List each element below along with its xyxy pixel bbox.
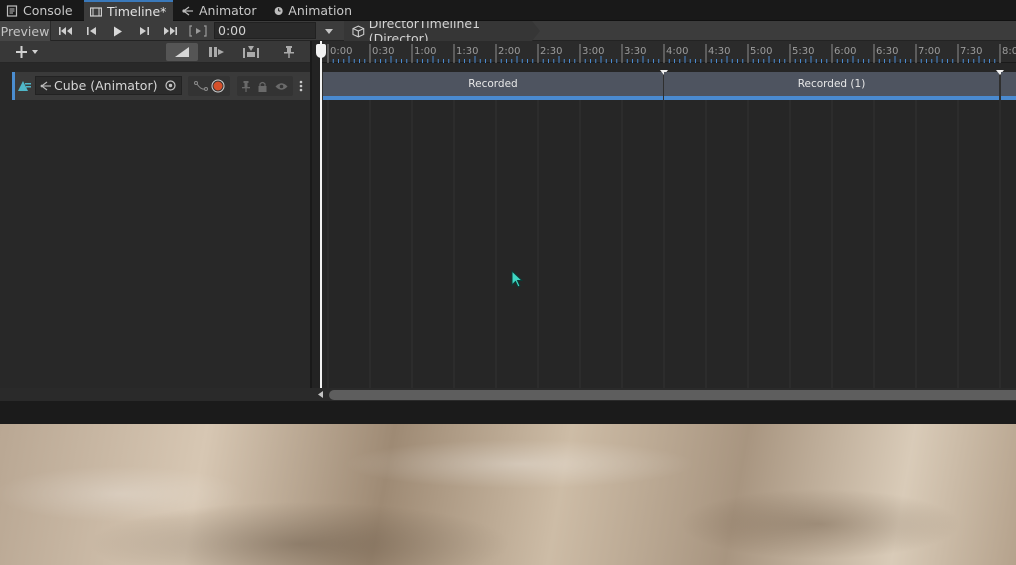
object-picker-icon[interactable] (165, 80, 176, 91)
kebab-menu-icon[interactable] (299, 80, 303, 92)
animation-clip[interactable]: Recorded (1) (664, 72, 999, 100)
ruler-tick-label: 7:00 (918, 46, 940, 57)
mouse-cursor-icon (511, 270, 524, 288)
ruler-tick-label: 2:30 (540, 46, 562, 57)
clip-edit-mode-mix-button[interactable] (166, 43, 198, 61)
scroll-left-arrow-icon[interactable] (318, 391, 323, 398)
clip-edit-mode-replace-button[interactable] (236, 43, 266, 61)
time-ruler[interactable]: 0:00 0:30 1:00 1:30 2:00 2:30 3:00 3:30 4:00 4:30… (322, 41, 1016, 63)
timeline-grid (327, 100, 1001, 388)
timeline-icon (90, 6, 102, 17)
pin-icon (284, 46, 294, 58)
plus-icon (16, 46, 38, 58)
animation-track-row: Recorded Recorded (1) (322, 70, 1016, 100)
animation-clip[interactable]: Recorded (323, 72, 663, 100)
add-track-button[interactable] (10, 42, 46, 62)
goto-end-icon (164, 27, 177, 35)
play-button[interactable] (106, 21, 130, 41)
ruler-tick-label: 2:00 (498, 46, 520, 57)
replace-mode-icon (243, 46, 259, 58)
eye-icon[interactable] (275, 82, 288, 91)
pin-icon[interactable] (242, 80, 250, 92)
ruler-tick-label: 5:30 (792, 46, 814, 57)
current-time-field[interactable]: 0:00 (214, 22, 316, 39)
track-header-panel: Cube (Animator) (0, 63, 310, 388)
track-binding-field[interactable]: Cube (Animator) (35, 76, 182, 95)
ruler-tick-label: 0:00 (330, 46, 352, 57)
playhead-line (320, 41, 322, 389)
tab-timeline-label: Timeline* (107, 4, 167, 19)
clip-edit-mode-ripple-button[interactable] (202, 43, 232, 61)
lock-icon[interactable] (258, 81, 267, 92)
play-range-button[interactable] (186, 21, 210, 41)
scrollbar-thumb[interactable] (329, 390, 1016, 400)
previous-frame-icon (87, 27, 96, 35)
animator-icon (182, 6, 193, 15)
ruler-tick-label: 3:00 (582, 46, 604, 57)
animation-track-icon (18, 81, 31, 91)
animation-track-header[interactable]: Cube (Animator) (12, 72, 310, 100)
console-icon (6, 4, 18, 17)
ruler-tick-label: 3:30 (624, 46, 646, 57)
background-image (0, 424, 1016, 565)
preview-button[interactable]: Preview (0, 21, 51, 41)
mix-mode-icon (175, 47, 189, 57)
tab-console[interactable]: Console (0, 0, 84, 21)
time-ruler-ticks: 0:00 0:30 1:00 1:30 2:00 2:30 3:00 3:30 4:00 4:30… (327, 44, 1016, 63)
ripple-mode-icon (209, 47, 224, 57)
next-frame-icon (140, 27, 149, 35)
cube-icon (352, 25, 365, 37)
tab-animator[interactable]: Animator (176, 0, 266, 21)
tab-console-label: Console (23, 3, 73, 18)
goto-end-button[interactable] (158, 21, 182, 41)
tab-animation-label: Animation (288, 3, 352, 18)
ruler-tick-label: 5:00 (750, 46, 772, 57)
animator-icon (40, 81, 51, 90)
goto-start-button[interactable] (54, 21, 78, 41)
track-header-toolbar (0, 41, 310, 63)
ruler-tick-label: 1:30 (456, 46, 478, 57)
tab-animation[interactable]: Animation (268, 0, 358, 21)
goto-start-icon (59, 27, 72, 35)
window-tab-bar: Console Timeline* Animator Animation (0, 0, 1016, 21)
snap-to-frame-button[interactable] (278, 43, 300, 61)
animation-clock-icon (274, 6, 283, 15)
record-controls (188, 76, 230, 96)
ruler-tick-label: 0:30 (372, 46, 394, 57)
track-state-controls (237, 76, 293, 96)
window-footer (0, 401, 1016, 424)
ruler-tick-label: 8:00 (1002, 46, 1016, 57)
ruler-tick-label: 6:30 (876, 46, 898, 57)
breadcrumb[interactable]: DirectorTimeline1 (Director) (344, 21, 540, 41)
tab-animator-label: Animator (199, 3, 257, 18)
tab-timeline[interactable]: Timeline* (84, 0, 173, 21)
timeline-track-area[interactable]: Recorded Recorded (1) (322, 63, 1016, 388)
playhead-handle[interactable] (316, 44, 326, 58)
ruler-tick-label: 4:00 (666, 46, 688, 57)
ruler-tick-label: 6:00 (834, 46, 856, 57)
play-range-icon (189, 25, 207, 37)
timeline-toolbar: Preview 0:00 DirectorTimeline1 (Director… (0, 21, 1016, 41)
chevron-down-icon (325, 28, 333, 34)
curves-icon[interactable] (193, 80, 208, 92)
next-frame-button[interactable] (132, 21, 156, 41)
ruler-tick-label: 7:30 (960, 46, 982, 57)
track-binding-label: Cube (Animator) (54, 78, 158, 93)
previous-frame-button[interactable] (80, 21, 104, 41)
animation-clip-continuation[interactable] (1001, 72, 1016, 100)
play-icon (114, 26, 122, 36)
time-format-dropdown[interactable] (322, 21, 336, 41)
record-icon[interactable] (211, 79, 225, 93)
ruler-tick-label: 4:30 (708, 46, 730, 57)
ruler-tick-label: 1:00 (414, 46, 436, 57)
